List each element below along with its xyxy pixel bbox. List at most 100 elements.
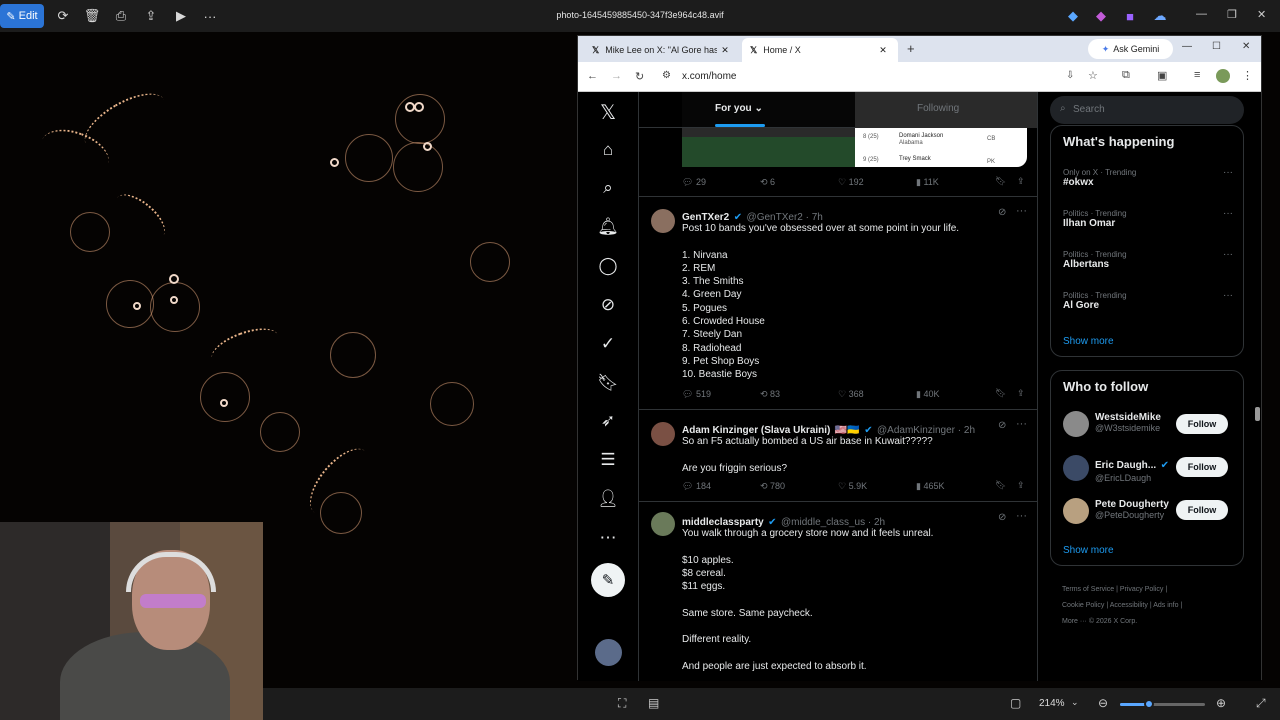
views-button[interactable]: ▮ 40K xyxy=(916,389,939,400)
browser-menu-icon[interactable]: ⋮ xyxy=(1242,69,1253,82)
avatar[interactable] xyxy=(1063,498,1089,524)
profile-icon[interactable]: 👤︎ xyxy=(578,487,638,511)
repost-button[interactable]: ⟲ 6 xyxy=(760,177,775,188)
follow-button[interactable]: Follow xyxy=(1176,500,1228,520)
url-field[interactable]: x.com/home xyxy=(682,71,736,82)
more-icon[interactable]: ··· xyxy=(1223,208,1233,219)
repost-button[interactable]: ⟲ 780 xyxy=(760,481,785,492)
post-button[interactable]: ✎ xyxy=(591,563,625,597)
tab-for-you[interactable]: For you ⌄ xyxy=(715,103,763,114)
browser-minimize-icon[interactable]: — xyxy=(1182,41,1192,52)
reload-icon[interactable]: ↻ xyxy=(635,70,644,83)
notifications-icon[interactable]: 🔔︎ xyxy=(578,215,638,239)
views-button[interactable]: ▮ 11K xyxy=(916,177,939,188)
more-icon[interactable]: ··· xyxy=(1016,418,1027,430)
more-link[interactable]: More ··· xyxy=(1062,618,1087,625)
share-icon[interactable]: ⇪ xyxy=(1017,480,1025,491)
install-icon[interactable]: ⇩ xyxy=(1066,70,1074,81)
avatar[interactable] xyxy=(1063,411,1089,437)
avatar[interactable] xyxy=(651,512,675,536)
person-name[interactable]: WestsideMike xyxy=(1095,412,1161,423)
tweet[interactable]: middleclassparty ✔ @middle_class_us · 2h… xyxy=(639,502,1037,681)
share-icon[interactable]: ⇪ xyxy=(1017,388,1025,399)
cookie-link[interactable]: Cookie Policy xyxy=(1062,602,1104,609)
tab-mike-lee[interactable]: 𝕏 Mike Lee on X: "Al Gore has cal ✕ xyxy=(584,38,738,62)
forward-icon[interactable]: → xyxy=(611,70,622,82)
app-icon-3[interactable]: ■ xyxy=(1119,5,1141,27)
sidebar-icon[interactable]: ▣ xyxy=(1157,69,1167,82)
account-avatar[interactable] xyxy=(595,639,622,666)
more-icon[interactable]: ··· xyxy=(1223,167,1233,178)
profile-avatar[interactable] xyxy=(1216,69,1230,83)
search-icon[interactable]: ⌕ xyxy=(578,176,638,200)
accessibility-link[interactable]: Accessibility xyxy=(1110,602,1148,609)
person-name[interactable]: Pete Dougherty xyxy=(1095,499,1169,510)
ads-link[interactable]: Ads info xyxy=(1153,602,1178,609)
browser-close-icon[interactable]: ✕ xyxy=(1242,41,1250,52)
person-handle[interactable]: @W3stsidemike xyxy=(1095,423,1161,433)
person-handle[interactable]: @EricLDaugh xyxy=(1095,473,1169,483)
app-icon-2[interactable]: ◆ xyxy=(1090,5,1112,27)
trend-item[interactable]: Politics · Trending Ilhan Omar xyxy=(1063,209,1127,229)
tab-following[interactable]: Following xyxy=(855,92,1037,128)
bookmark-icon[interactable]: 🔖︎ xyxy=(995,388,1006,399)
home-icon[interactable]: ⌂ xyxy=(578,138,638,162)
fit-icon[interactable]: ⛶ xyxy=(618,696,626,711)
reply-button[interactable]: 💬︎ 519 xyxy=(682,389,711,400)
trend-item[interactable]: Only on X · Trending #okwx xyxy=(1063,168,1136,188)
repost-button[interactable]: ⟲ 83 xyxy=(760,389,780,400)
grok-icon[interactable]: ⊘ xyxy=(998,512,1006,523)
like-button[interactable]: ♡ 5.9K xyxy=(838,481,867,492)
avatar[interactable] xyxy=(1063,455,1089,481)
views-button[interactable]: ▮ 465K xyxy=(916,481,944,492)
jobs-icon[interactable]: ➶ xyxy=(578,409,638,433)
show-more-link[interactable]: Show more xyxy=(1063,545,1114,556)
search-input[interactable]: ⌕ Search xyxy=(1050,96,1244,124)
reply-button[interactable]: 💬︎ 29 xyxy=(682,177,706,188)
more-icon[interactable]: ··· xyxy=(1016,510,1027,522)
cloud-icon[interactable]: ☁ xyxy=(1149,5,1171,27)
more-icon[interactable]: ··· xyxy=(1016,205,1027,217)
x-logo-icon[interactable]: 𝕏 xyxy=(578,100,638,124)
site-info-icon[interactable]: ⚙ xyxy=(662,70,671,81)
zoom-slider[interactable] xyxy=(1120,699,1205,709)
fullscreen-icon[interactable]: ⤢ xyxy=(1256,696,1266,711)
tweet-media-table[interactable]: 8 (25) Domani Jackson Alabama CB 9 (25) … xyxy=(855,128,1027,167)
minimize-icon[interactable]: — xyxy=(1196,8,1207,20)
bookmark-icon[interactable]: 🔖︎ xyxy=(995,176,1006,187)
scrollbar-thumb[interactable] xyxy=(1255,407,1260,421)
grok-icon[interactable]: ⊘ xyxy=(578,293,638,317)
reply-button[interactable]: 💬︎ 184 xyxy=(682,481,711,492)
zoom-out-icon[interactable]: ⊖ xyxy=(1098,696,1108,710)
close-tab-icon[interactable]: ✕ xyxy=(721,45,729,56)
more-options-icon[interactable]: ⋯ xyxy=(578,526,638,550)
verified-orgs-icon[interactable]: ✓ xyxy=(578,332,638,356)
grok-icon[interactable]: ⊘ xyxy=(998,420,1006,431)
terms-link[interactable]: Terms of Service xyxy=(1062,586,1114,593)
person-name[interactable]: Eric Daugh... xyxy=(1095,460,1156,471)
follow-button[interactable]: Follow xyxy=(1176,414,1228,434)
zoom-in-icon[interactable]: ⊕ xyxy=(1216,696,1226,710)
tab-home-x[interactable]: 𝕏 Home / X ✕ xyxy=(742,38,898,62)
queue-icon[interactable]: ≡ xyxy=(1194,69,1200,81)
app-icon-1[interactable]: ◆ xyxy=(1062,5,1084,27)
avatar[interactable] xyxy=(651,422,675,446)
show-more-link[interactable]: Show more xyxy=(1063,336,1114,347)
bookmark-star-icon[interactable]: ☆ xyxy=(1088,69,1098,82)
close-icon[interactable]: ✕ xyxy=(1257,8,1266,21)
grok-icon[interactable]: ⊘ xyxy=(998,207,1006,218)
tweet[interactable]: Adam Kinzinger (Slava Ukraini) 🇺🇸🇺🇦 ✔ @A… xyxy=(639,410,1037,502)
like-button[interactable]: ♡ 368 xyxy=(838,389,864,400)
ask-gemini-button[interactable]: ✦ Ask Gemini xyxy=(1088,39,1173,59)
like-button[interactable]: ♡ 192 xyxy=(838,177,864,188)
follow-button[interactable]: Follow xyxy=(1176,457,1228,477)
avatar[interactable] xyxy=(651,209,675,233)
trend-item[interactable]: Politics · Trending Al Gore xyxy=(1063,291,1127,311)
new-tab-icon[interactable]: + xyxy=(907,41,915,56)
person-handle[interactable]: @PeteDougherty xyxy=(1095,510,1169,520)
browser-maximize-icon[interactable]: ☐ xyxy=(1212,41,1221,52)
maximize-icon[interactable]: ❐ xyxy=(1227,8,1237,21)
zoom-level[interactable]: 214% xyxy=(1039,698,1065,709)
bookmarks-icon[interactable]: 🔖︎ xyxy=(578,371,638,395)
share-icon[interactable]: ⇪ xyxy=(1017,176,1025,187)
